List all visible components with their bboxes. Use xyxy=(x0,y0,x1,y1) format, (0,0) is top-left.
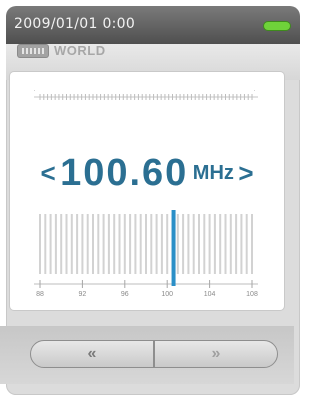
forward-icon: » xyxy=(211,345,221,362)
scale-bar xyxy=(65,214,68,274)
scale-label: 108 xyxy=(246,291,258,298)
scale-bar xyxy=(198,214,200,274)
tune-right-arrow[interactable]: > xyxy=(238,158,253,188)
scale-bar xyxy=(102,214,105,274)
scale-bar xyxy=(235,214,238,274)
scale-label: 100 xyxy=(161,291,173,298)
tune-left-arrow[interactable]: < xyxy=(40,158,55,188)
scale-bar xyxy=(54,214,57,274)
scale-bar xyxy=(86,214,89,274)
battery-icon xyxy=(264,22,290,30)
tuning-needle xyxy=(171,210,176,286)
frequency-unit: MHz xyxy=(192,162,234,184)
status-bar: 2009/01/01 0:00 xyxy=(6,6,300,44)
fine-scale: ' ' xyxy=(34,90,258,100)
scale-bar xyxy=(139,214,142,274)
scale-bar xyxy=(203,214,206,274)
scale-bar xyxy=(145,214,147,274)
scale-bar xyxy=(187,214,190,274)
scale-bar xyxy=(182,214,185,274)
scale-label: 96 xyxy=(121,291,129,298)
scale-bar xyxy=(60,214,63,274)
frequency-display: < 100.60 MHz > xyxy=(10,152,284,195)
scale-bar xyxy=(176,214,179,274)
scale-bar xyxy=(224,214,227,274)
previous-button[interactable]: « xyxy=(30,340,154,368)
svg-text:': ' xyxy=(254,90,255,96)
scale-bar xyxy=(192,214,195,274)
scale-bar xyxy=(123,214,126,274)
scale-bar xyxy=(39,214,41,274)
scale-bar xyxy=(70,214,73,274)
band-label: WORLD xyxy=(54,43,106,58)
scale-bar xyxy=(251,214,253,274)
scale-bar xyxy=(81,214,84,274)
tuning-scale: 88 92 96 100 104 108 xyxy=(34,210,258,298)
rewind-icon: « xyxy=(87,345,97,362)
scale-bar xyxy=(219,214,222,274)
scale-bar xyxy=(44,214,47,274)
scale-bar xyxy=(107,214,110,274)
scale-bar xyxy=(129,214,132,274)
scale-label: 88 xyxy=(36,291,44,298)
scale-bar xyxy=(166,214,169,274)
scale-bar xyxy=(113,214,116,274)
band-badge-icon xyxy=(18,45,48,57)
scale-bar xyxy=(134,214,137,274)
scale-bar xyxy=(118,214,121,274)
scale-bar xyxy=(155,214,158,274)
scale-bar xyxy=(208,214,211,274)
next-button[interactable]: » xyxy=(154,340,278,368)
scale-bar xyxy=(229,214,232,274)
scale-bar xyxy=(97,214,100,274)
frequency-value: 100.60 xyxy=(60,152,189,194)
scale-bar xyxy=(245,214,248,274)
scale-bar xyxy=(150,214,153,274)
scale-bar xyxy=(213,214,216,274)
scale-bar xyxy=(49,214,52,274)
scale-bar xyxy=(160,214,163,274)
scale-bar xyxy=(76,214,79,274)
scale-label: 92 xyxy=(79,291,87,298)
scale-bar xyxy=(92,214,94,274)
date-time: 2009/01/01 0:00 xyxy=(14,16,136,32)
scale-bar xyxy=(240,214,243,274)
svg-text:': ' xyxy=(34,90,35,96)
scale-label: 104 xyxy=(204,291,216,298)
